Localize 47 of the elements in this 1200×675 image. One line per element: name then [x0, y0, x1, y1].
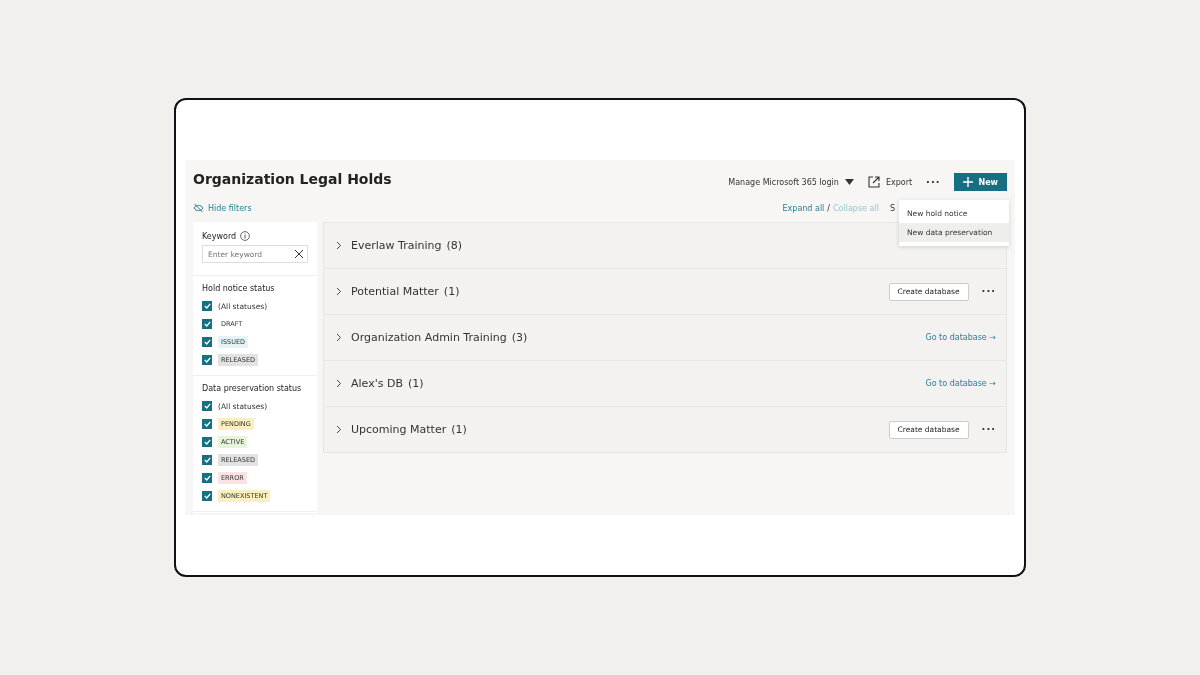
matter-count: (1) — [451, 423, 467, 436]
separator-text: / — [827, 203, 831, 213]
matter-count: (1) — [443, 285, 460, 298]
new-button[interactable]: New — [954, 173, 1007, 191]
checkbox[interactable] — [202, 473, 212, 483]
chevron-icon[interactable] — [336, 287, 342, 296]
checkbox[interactable] — [202, 491, 212, 501]
checkbox[interactable] — [202, 419, 212, 429]
chevron-icon[interactable] — [336, 333, 342, 342]
info-icon — [240, 231, 251, 241]
plus-icon — [963, 177, 974, 187]
matter-count: (3) — [511, 331, 528, 344]
hide-filters-link[interactable]: Hide filters — [193, 203, 252, 213]
chevron-icon[interactable] — [336, 379, 342, 388]
checkbox[interactable] — [202, 437, 212, 447]
eye-off-icon — [193, 203, 204, 213]
sort-label: S — [889, 203, 895, 213]
checkbox[interactable] — [202, 337, 212, 347]
go-to-database-link[interactable]: Go to database → — [925, 333, 996, 342]
matter-name: Potential Matter — [351, 285, 439, 298]
matter-count: (1) — [407, 377, 424, 390]
clear-icon[interactable] — [295, 250, 303, 258]
chevron-icon[interactable] — [336, 241, 342, 250]
filter-group-title: Data preservation status — [202, 384, 303, 393]
keyword-label: Keyword — [202, 231, 237, 241]
filter-group-title: Hold notice status — [202, 284, 276, 293]
more-button[interactable]: ··· — [981, 424, 996, 435]
chevron-icon[interactable] — [336, 425, 342, 434]
caret-icon — [844, 179, 854, 185]
checkbox[interactable] — [202, 355, 212, 365]
go-to-database-link[interactable]: Go to database → — [925, 379, 996, 388]
more-button[interactable]: ··· — [981, 286, 996, 297]
checkbox[interactable] — [202, 319, 212, 329]
export-icon — [867, 176, 880, 188]
matter-name: Upcoming Matter — [351, 423, 447, 436]
more-button[interactable]: ··· — [926, 176, 941, 188]
checkbox[interactable] — [202, 401, 212, 411]
matter-name: Everlaw Training — [351, 239, 442, 252]
expand-all-link[interactable]: Expand all — [782, 203, 825, 213]
matter-name: Alex's DB — [351, 377, 403, 390]
matter-name: Organization Admin Training — [351, 331, 507, 344]
export-button[interactable]: Export — [867, 176, 913, 188]
matter-count: (8) — [446, 239, 463, 252]
checkbox[interactable] — [202, 301, 212, 311]
login-menu[interactable]: Manage Microsoft 365 login — [728, 177, 854, 187]
page-title: Organization Legal Holds — [193, 171, 392, 187]
checkbox[interactable] — [202, 455, 212, 465]
